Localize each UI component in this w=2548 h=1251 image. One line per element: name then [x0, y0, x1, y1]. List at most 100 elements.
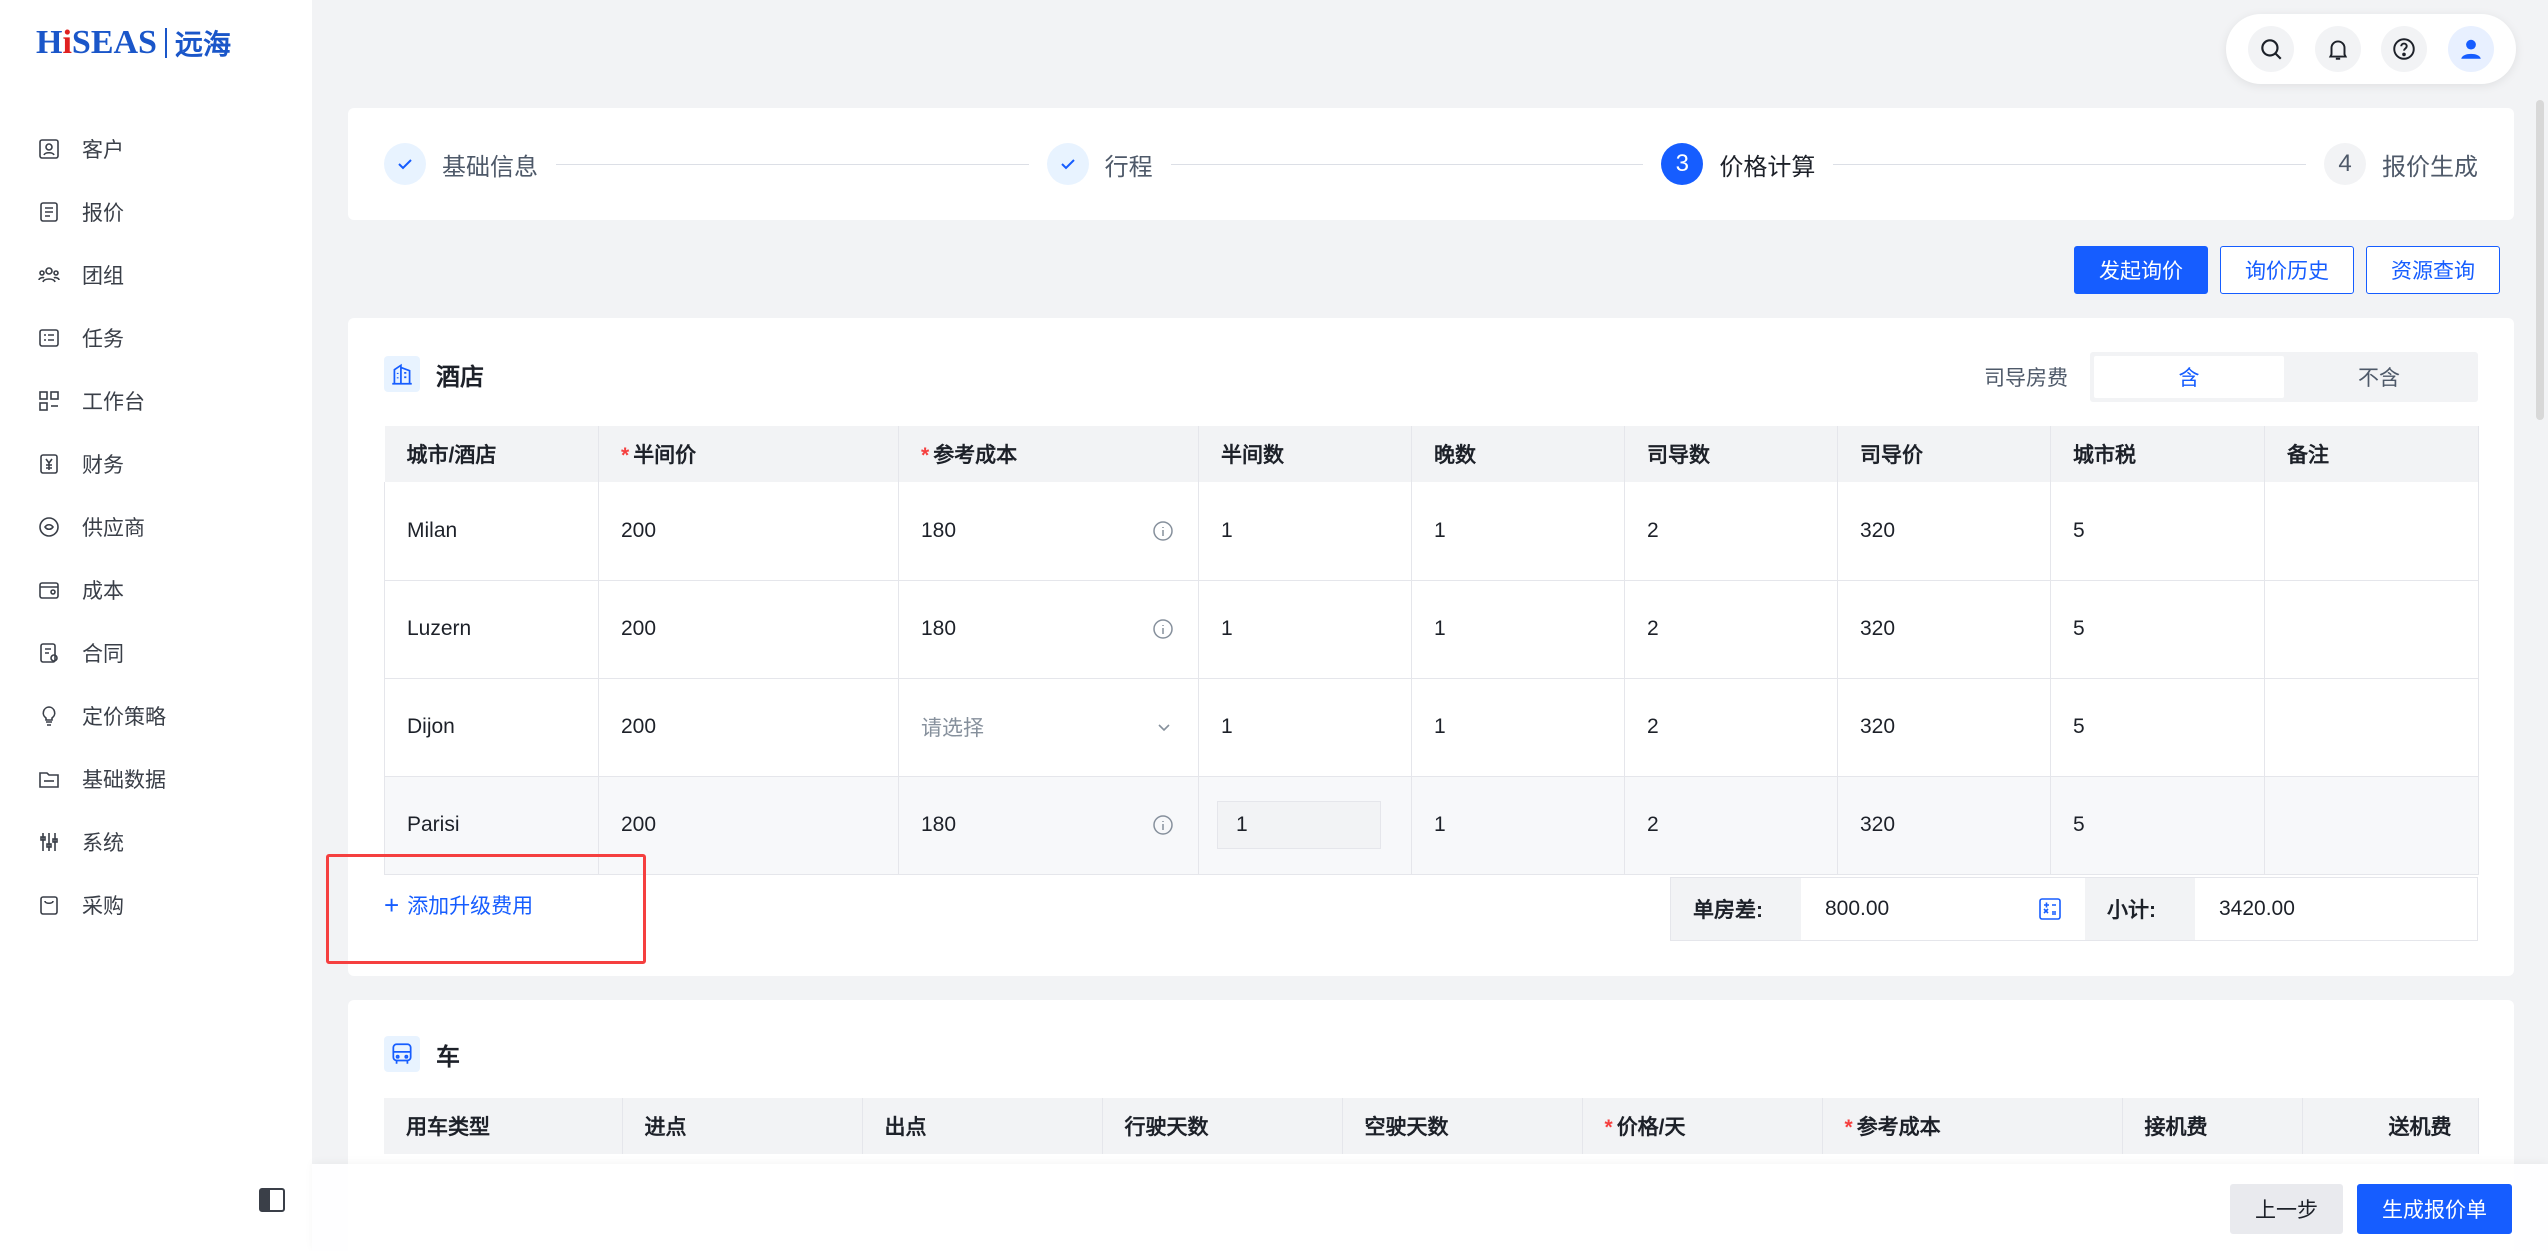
- step-quote-gen[interactable]: 4 报价生成: [2324, 143, 2478, 185]
- sidebar-item-group[interactable]: 团组: [0, 243, 312, 306]
- sidebar-item-finance[interactable]: 财务: [0, 432, 312, 495]
- logo[interactable]: HiSEAS 远海: [36, 18, 231, 68]
- half-rooms-disabled-input[interactable]: 1: [1217, 801, 1381, 849]
- seg-include[interactable]: 含: [2094, 356, 2284, 398]
- table-header: 城市/酒店 * 半间价 * 参考成本 半间数 晚数 司导数 司导价 城市税 备注: [384, 426, 2479, 482]
- sidebar-item-customer[interactable]: 客户: [0, 117, 312, 180]
- sidebar-item-supplier[interactable]: 供应商: [0, 495, 312, 558]
- cell-note-input[interactable]: [2264, 776, 2479, 875]
- step-basic-info[interactable]: 基础信息: [384, 143, 538, 185]
- cell-nights-input[interactable]: 1: [1411, 580, 1625, 679]
- hotel-section-title: 酒店: [384, 356, 484, 392]
- sidebar-item-workbench[interactable]: 工作台: [0, 369, 312, 432]
- hotel-building-icon: [384, 356, 420, 392]
- cell-city-tax-input[interactable]: 5: [2050, 482, 2265, 581]
- seg-exclude[interactable]: 不含: [2284, 356, 2474, 398]
- cell-half-rooms-input[interactable]: 1: [1198, 776, 1412, 875]
- col-dropoff-fee: 送机费: [2302, 1098, 2479, 1154]
- cell-nights-input[interactable]: 1: [1411, 482, 1625, 581]
- cell-drivers-input[interactable]: 2: [1624, 580, 1838, 679]
- sidebar-item-system[interactable]: 系统: [0, 810, 312, 873]
- customer-icon: [36, 136, 62, 162]
- calculator-icon[interactable]: [2037, 896, 2063, 922]
- resource-query-button[interactable]: 资源查询: [2366, 246, 2500, 294]
- cell-half-rooms-input[interactable]: 1: [1198, 482, 1412, 581]
- cell-half-price-input[interactable]: 200: [598, 482, 899, 581]
- cell-city-tax-input[interactable]: 5: [2050, 580, 2265, 679]
- cell-drivers-input[interactable]: 2: [1624, 482, 1838, 581]
- sidebar-item-label: 定价策略: [82, 705, 166, 729]
- single-room-diff-input[interactable]: 800.00: [1801, 878, 2085, 940]
- sidebar-item-contract[interactable]: 合同: [0, 621, 312, 684]
- cell-drivers-input[interactable]: 2: [1624, 678, 1838, 777]
- sidebar-item-label: 团组: [82, 264, 124, 288]
- action-buttons: 发起询价 询价历史 资源查询: [2074, 246, 2500, 294]
- cell-ref-cost[interactable]: 180: [898, 482, 1199, 581]
- col-city-tax: 城市税: [2050, 426, 2265, 482]
- cell-driver-price-input[interactable]: 320: [1837, 482, 2051, 581]
- sidebar-item-label: 任务: [82, 327, 124, 351]
- cell-city: Milan: [384, 482, 599, 581]
- hotel-table: 城市/酒店 * 半间价 * 参考成本 半间数 晚数 司导数 司导价 城市税 备注 M…: [384, 426, 2479, 875]
- start-inquiry-button[interactable]: 发起询价: [2074, 246, 2208, 294]
- cell-driver-price-input[interactable]: 320: [1837, 776, 2051, 875]
- cell-drivers-input[interactable]: 2: [1624, 776, 1838, 875]
- help-icon[interactable]: [2381, 26, 2428, 72]
- quote-icon: [36, 199, 62, 225]
- page-scrollbar[interactable]: [2536, 100, 2544, 420]
- table-row: Parisi 200 180 1 1 2 320 5: [384, 776, 2479, 875]
- sidebar-item-task[interactable]: 任务: [0, 306, 312, 369]
- sidebar-item-cost[interactable]: 成本: [0, 558, 312, 621]
- cell-driver-price-input[interactable]: 320: [1837, 580, 2051, 679]
- avatar-icon[interactable]: [2447, 26, 2494, 72]
- info-icon[interactable]: [1152, 814, 1174, 836]
- finance-icon: [36, 451, 62, 477]
- sidebar-item-label: 基础数据: [82, 768, 166, 792]
- step-label: 报价生成: [2382, 153, 2479, 181]
- info-icon[interactable]: [1152, 618, 1174, 640]
- cell-nights-input[interactable]: 1: [1411, 776, 1625, 875]
- cell-ref-cost[interactable]: 180: [898, 580, 1199, 679]
- add-upgrade-fee-link[interactable]: + 添加升级费用: [384, 890, 533, 920]
- bell-icon[interactable]: [2314, 26, 2361, 72]
- cell-note-input[interactable]: [2264, 482, 2479, 581]
- sidebar-item-pricing-strategy[interactable]: 定价策略: [0, 684, 312, 747]
- col-nights: 晚数: [1411, 426, 1625, 482]
- step-price-calc[interactable]: 3 价格计算: [1661, 143, 1815, 185]
- cell-ref-cost-select[interactable]: 请选择: [898, 678, 1199, 777]
- cell-city-tax-input[interactable]: 5: [2050, 678, 2265, 777]
- sidebar-nav: 客户 报价 团组 任务 工作台 财务 供应商 成本 合同 定价策略 基础数据 系…: [0, 117, 312, 936]
- col-drivers: 司导数: [1624, 426, 1838, 482]
- table-header: 用车类型 进点 出点 行驶天数 空驶天数 * 价格/天 * 参考成本 接机费 送机费: [384, 1098, 2479, 1154]
- cell-driver-price-input[interactable]: 320: [1837, 678, 2051, 777]
- sidebar-item-purchase[interactable]: 采购: [0, 873, 312, 936]
- generate-quote-button[interactable]: 生成报价单: [2357, 1184, 2512, 1234]
- col-pickup-fee: 接机费: [2122, 1098, 2303, 1154]
- step-label: 行程: [1104, 153, 1153, 181]
- prev-step-button[interactable]: 上一步: [2230, 1184, 2343, 1234]
- info-icon[interactable]: [1152, 520, 1174, 542]
- cell-nights-input[interactable]: 1: [1411, 678, 1625, 777]
- search-icon[interactable]: [2248, 26, 2295, 72]
- plus-icon: +: [384, 890, 400, 920]
- cell-city: Luzern: [384, 580, 599, 679]
- cell-city-tax-input[interactable]: 5: [2050, 776, 2265, 875]
- car-table: 用车类型 进点 出点 行驶天数 空驶天数 * 价格/天 * 参考成本 接机费 送机费: [384, 1098, 2479, 1154]
- cell-half-rooms-input[interactable]: 1: [1198, 678, 1412, 777]
- col-empty-days: 空驶天数: [1342, 1098, 1583, 1154]
- cell-ref-cost[interactable]: 180: [898, 776, 1199, 875]
- cell-note-input[interactable]: [2264, 678, 2479, 777]
- col-ref-cost: * 参考成本: [898, 426, 1199, 482]
- sidebar-item-base-data[interactable]: 基础数据: [0, 747, 312, 810]
- inquiry-history-button[interactable]: 询价历史: [2220, 246, 2354, 294]
- table-row: Luzern 200 180 1 1 2 320 5: [384, 580, 2479, 679]
- col-driver-price: 司导价: [1837, 426, 2051, 482]
- bottom-actions: 上一步 生成报价单: [2230, 1184, 2512, 1234]
- sidebar-item-quote[interactable]: 报价: [0, 180, 312, 243]
- cell-note-input[interactable]: [2264, 580, 2479, 679]
- step-itinerary[interactable]: 行程: [1046, 143, 1153, 185]
- cell-half-price-input[interactable]: 200: [598, 580, 899, 679]
- cell-half-price-input[interactable]: 200: [598, 678, 899, 777]
- sidebar-collapse-icon[interactable]: [257, 1185, 287, 1215]
- cell-half-rooms-input[interactable]: 1: [1198, 580, 1412, 679]
